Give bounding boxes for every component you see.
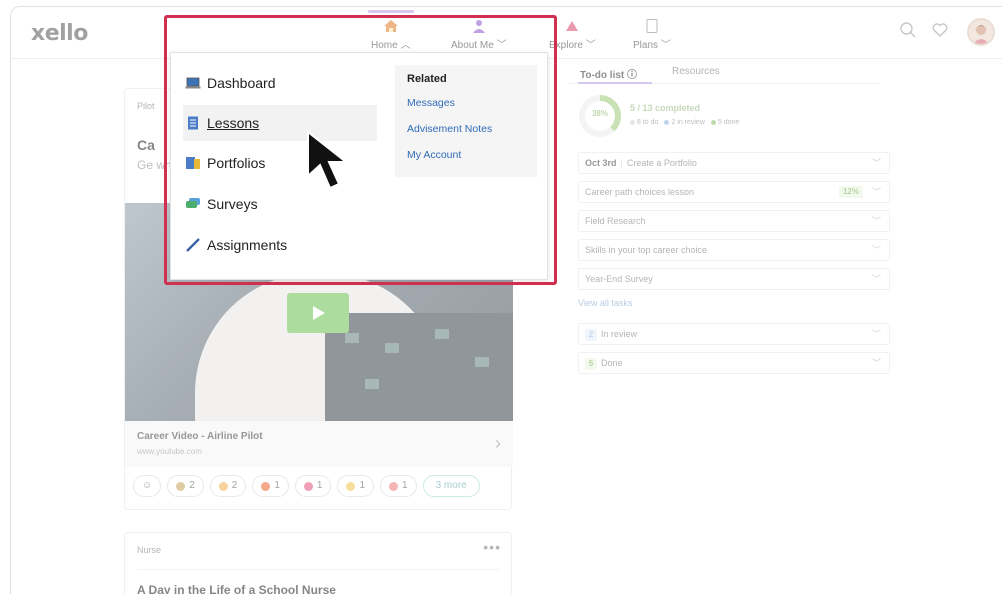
mouse-pointer-icon <box>307 130 349 190</box>
